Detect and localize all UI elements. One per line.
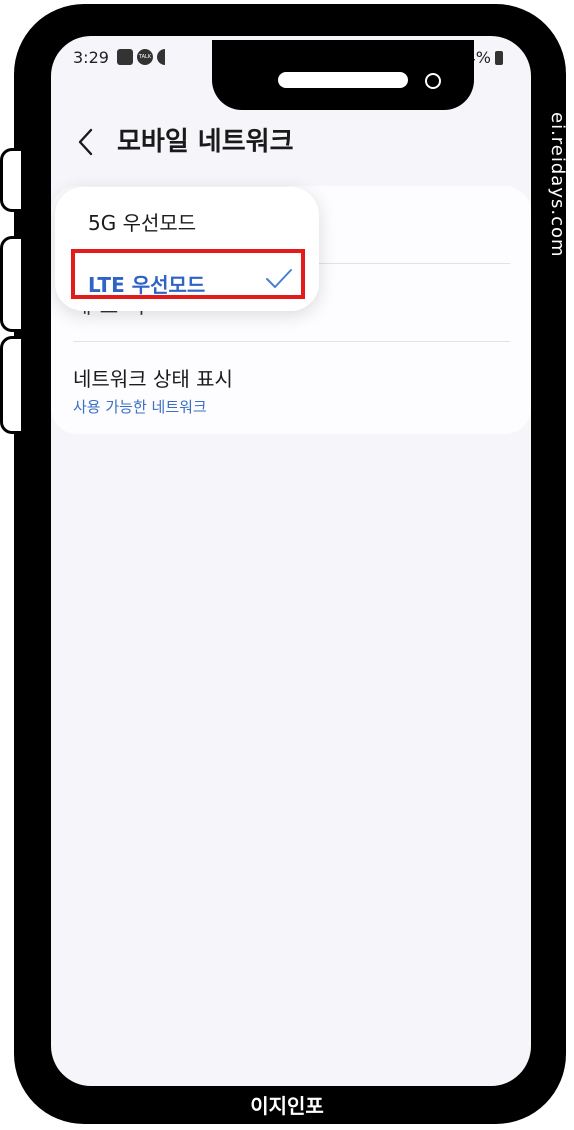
page-title: 모바일 네트워크 <box>117 127 294 157</box>
battery-icon <box>495 50 503 65</box>
status-notification-icons: TALK <box>117 49 165 65</box>
photo-icon <box>117 49 133 65</box>
bottom-watermark: 이지인포 <box>250 1094 324 1118</box>
side-button <box>0 148 21 212</box>
camera-notch <box>212 40 474 110</box>
divider <box>73 341 510 342</box>
chevron-left-icon[interactable] <box>75 126 99 158</box>
network-status-sub: 사용 가능한 네트워크 <box>73 398 207 416</box>
network-status-label: 네트워크 상태 표시 <box>73 367 233 391</box>
camera-icon <box>425 73 441 89</box>
highlight-box <box>71 249 305 299</box>
volume-up-button <box>0 236 21 332</box>
status-time: 3:29 <box>73 48 109 67</box>
speaker <box>278 72 408 88</box>
page-header: 모바일 네트워크 <box>51 126 531 176</box>
notification-icon <box>157 49 165 65</box>
screen: 3:29 TALK 94% 모바일 네트워크 네 드 이 <box>51 36 531 1086</box>
volume-down-button <box>0 336 21 434</box>
option-5g-priority[interactable]: 5G 우선모드 <box>88 207 196 236</box>
side-watermark: ei.reidays.com <box>547 112 568 258</box>
network-mode-dropdown: 5G 우선모드 LTE 우선모드 <box>55 187 319 311</box>
kakaotalk-icon: TALK <box>137 49 153 65</box>
